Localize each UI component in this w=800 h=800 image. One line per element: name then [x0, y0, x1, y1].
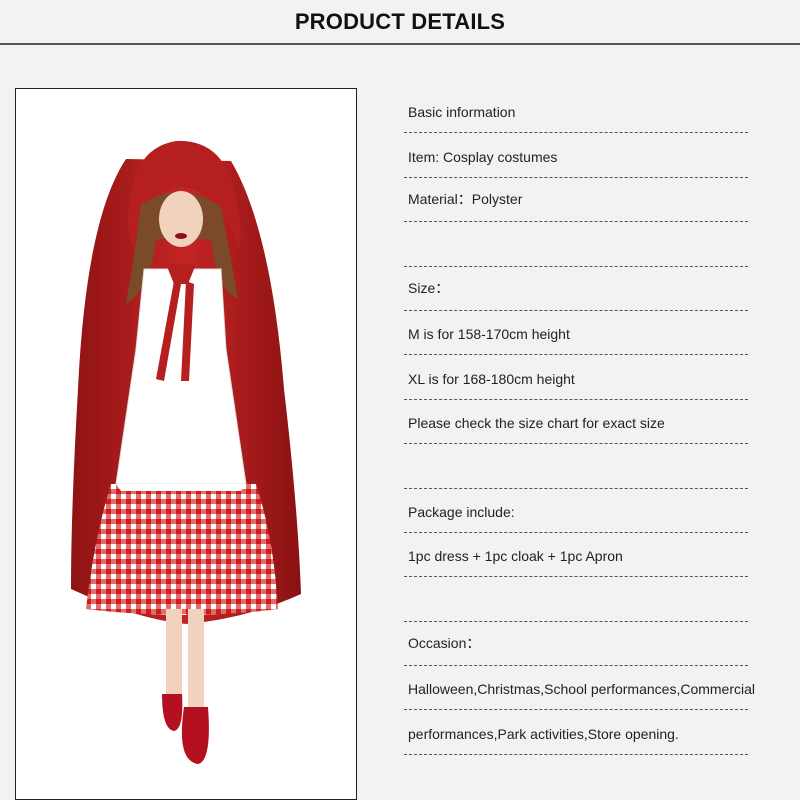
- list-item: Occasion：: [404, 622, 748, 667]
- list-item: 1pc dress + 1pc cloak + 1pc Apron: [404, 533, 748, 578]
- detail-text: M is for 158-170cm height: [408, 326, 570, 343]
- list-item: performances,Park activities,Store openi…: [404, 710, 748, 755]
- detail-text: Material：Polyster: [408, 191, 523, 208]
- product-details-list: Basic information Item: Cosplay costumes…: [404, 89, 755, 755]
- detail-text: Package include:: [408, 503, 515, 520]
- detail-text: 1pc dress + 1pc cloak + 1pc Apron: [408, 548, 623, 565]
- detail-text: Basic information: [408, 104, 516, 121]
- page-header: PRODUCT DETAILS: [0, 0, 800, 45]
- list-item: [404, 222, 748, 267]
- list-item: [404, 577, 748, 622]
- detail-text: Please check the size chart for exact si…: [408, 415, 665, 432]
- list-item: Halloween,Christmas,School performances,…: [404, 666, 755, 711]
- costume-model-illustration: [71, 140, 301, 764]
- list-item: Basic information: [404, 89, 748, 134]
- list-item: Size：: [404, 267, 748, 311]
- list-item: [404, 444, 748, 489]
- page-title: PRODUCT DETAILS: [294, 9, 506, 34]
- list-item: Package include:: [404, 489, 748, 533]
- detail-text: Item: Cosplay costumes: [408, 148, 558, 165]
- detail-text: Halloween,Christmas,School performances,…: [408, 681, 756, 698]
- detail-text: Size：: [408, 279, 450, 296]
- detail-text: performances,Park activities,Store openi…: [408, 725, 679, 742]
- list-item: M is for 158-170cm height: [404, 311, 748, 356]
- list-item: Please check the size chart for exact si…: [404, 400, 748, 445]
- list-item: Item: Cosplay costumes: [404, 133, 748, 178]
- list-item: Material：Polyster: [404, 178, 748, 223]
- header-divider: [0, 43, 800, 45]
- list-item: XL is for 168-180cm height: [404, 355, 748, 400]
- detail-text: XL is for 168-180cm height: [408, 370, 575, 387]
- product-image: [15, 88, 357, 800]
- detail-text: Occasion：: [408, 635, 481, 652]
